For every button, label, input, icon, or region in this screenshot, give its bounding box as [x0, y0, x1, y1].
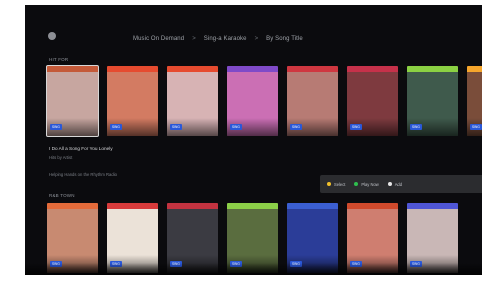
hint-add: Add — [387, 181, 402, 187]
section-label-rnb-town: R&B TOWN — [49, 193, 75, 198]
song-tile[interactable]: SING — [227, 66, 278, 136]
controller-hint-bar: Select Play Now Add — [320, 175, 482, 193]
selected-song-line-1: Hits by Artist — [49, 155, 73, 160]
home-icon[interactable] — [48, 32, 56, 40]
tv-screen: Music On Demand > Sing-a Karaoke > By So… — [25, 5, 482, 275]
bottom-fade — [25, 263, 482, 275]
tile-color-strip — [227, 203, 278, 209]
song-tile[interactable]: SING — [347, 66, 398, 136]
hint-dot — [387, 182, 392, 187]
tile-color-strip — [287, 66, 338, 72]
hint-label: Select — [334, 181, 346, 187]
breadcrumb: Music On Demand > Sing-a Karaoke > By So… — [133, 36, 373, 42]
song-tile[interactable]: SING — [467, 66, 482, 136]
tile-tag: SING — [410, 124, 422, 130]
tile-color-strip — [407, 66, 458, 72]
tile-color-strip — [107, 203, 158, 209]
tile-color-strip — [347, 66, 398, 72]
tile-color-strip — [167, 203, 218, 209]
hint-dot — [327, 182, 331, 187]
section-label-hit-for: HIT FOR — [49, 57, 69, 62]
hint-select: Select — [327, 182, 345, 187]
tile-tag: SING — [350, 124, 362, 130]
breadcrumb-item-music-on-demand[interactable]: Music On Demand — [133, 36, 184, 42]
tile-color-strip — [467, 66, 482, 72]
song-tile[interactable]: SING — [167, 66, 218, 136]
song-tile[interactable]: SING — [46, 65, 99, 137]
tile-color-strip — [227, 66, 278, 72]
song-tile[interactable]: SING — [287, 66, 338, 136]
tile-color-strip — [347, 203, 398, 209]
tile-color-strip — [407, 203, 458, 209]
song-tile[interactable]: SING — [407, 66, 458, 136]
tile-color-strip — [47, 203, 98, 209]
breadcrumb-item-by-song-title[interactable]: By Song Title — [266, 36, 303, 42]
tile-color-strip — [107, 66, 158, 72]
breadcrumb-separator: > — [192, 36, 196, 42]
breadcrumb-separator: > — [254, 36, 259, 42]
tile-color-strip — [167, 66, 218, 72]
hint-play-now: Play Now — [354, 181, 379, 187]
song-tile[interactable]: SING — [107, 66, 158, 136]
tile-tag: SING — [470, 124, 482, 130]
tile-tag: SING — [50, 124, 62, 130]
hint-label: Add — [394, 181, 402, 187]
tile-tag: SING — [110, 124, 122, 130]
selected-song-title: I Do All a Song For You Lonely — [49, 146, 113, 151]
tile-color-strip — [47, 66, 98, 72]
tile-tag: SING — [290, 124, 302, 130]
tile-tag: SING — [170, 124, 182, 130]
tile-row-hit-for: SING SING SING SING SING SING SING SING — [46, 65, 482, 137]
selected-song-line-2: Helping Hands on the Rhythm Radio — [49, 172, 117, 177]
breadcrumb-item-karaoke[interactable]: Sing-a Karaoke — [204, 36, 247, 42]
hint-label: Play Now — [361, 181, 379, 187]
hint-dot — [354, 182, 359, 187]
tile-tag: SING — [230, 124, 242, 130]
tile-color-strip — [287, 203, 338, 209]
